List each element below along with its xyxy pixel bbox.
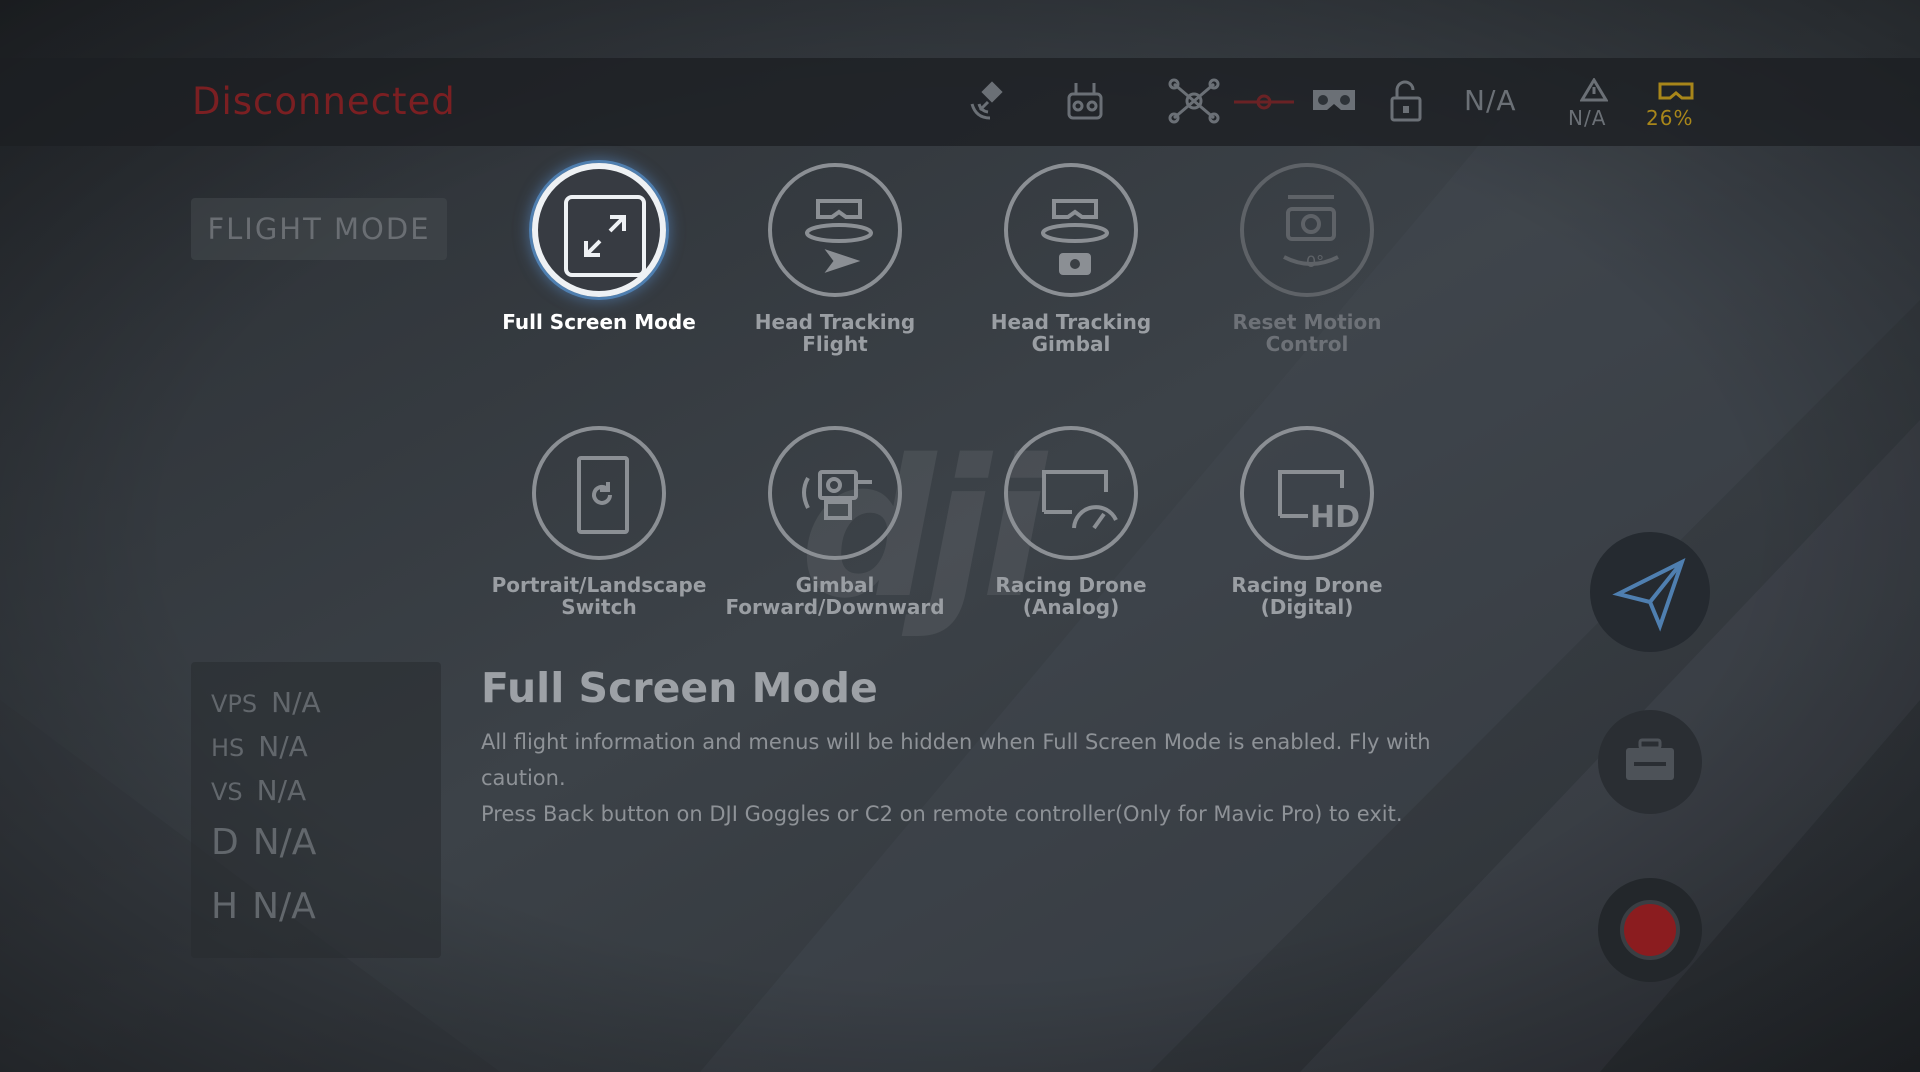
flight-mode-button[interactable] xyxy=(1590,532,1710,652)
link-icon xyxy=(1232,92,1296,112)
description-title: Full Screen Mode xyxy=(481,664,878,712)
signal-value: N/A xyxy=(1464,84,1517,117)
vs-label: VS xyxy=(211,778,243,806)
record-icon xyxy=(1620,900,1680,960)
mode-label: Head Tracking Gimbal xyxy=(990,310,1152,356)
mode-head-tracking-flight[interactable]: Head Tracking Flight xyxy=(717,163,953,355)
distance-row: D N/A xyxy=(211,822,316,863)
description-line-1: All flight information and menus will be… xyxy=(481,730,1431,790)
goggles-battery-icon xyxy=(1658,80,1694,104)
goggles-icon xyxy=(1310,84,1358,118)
mode-full-screen[interactable]: Full Screen Mode xyxy=(481,163,717,333)
connection-status: Disconnected xyxy=(192,80,456,123)
mode-racing-drone-analog[interactable]: Racing Drone (Analog) xyxy=(953,426,1189,618)
gimbal-direction-icon xyxy=(768,426,902,560)
mode-racing-drone-digital[interactable]: HD Racing Drone (Digital) xyxy=(1189,426,1425,618)
mode-head-tracking-gimbal[interactable]: Head Tracking Gimbal xyxy=(953,163,1189,355)
description-line-2: Press Back button on DJI Goggles or C2 o… xyxy=(481,802,1403,826)
height-row: H N/A xyxy=(211,886,316,927)
mode-gimbal-forward-downward[interactable]: Gimbal Forward/Downward xyxy=(717,426,953,618)
rotate-screen-icon xyxy=(532,426,666,560)
mode-label: Head Tracking Flight xyxy=(754,310,916,356)
toolbox-icon xyxy=(1626,738,1674,780)
reset-angle: 0° xyxy=(1306,252,1324,271)
altitude-warning-value: N/A xyxy=(1568,106,1607,130)
racing-analog-icon xyxy=(1004,426,1138,560)
distance-value: N/A xyxy=(252,822,317,863)
vs-row: VS N/A xyxy=(211,774,306,807)
mode-label: Racing Drone (Digital) xyxy=(1231,573,1383,619)
vs-value: N/A xyxy=(256,774,307,807)
gps-icon xyxy=(966,80,1010,122)
fullscreen-icon xyxy=(532,163,666,297)
mode-label: Portrait/Landscape Switch xyxy=(491,573,707,619)
mode-reset-motion-control[interactable]: 0° Reset Motion Control xyxy=(1189,163,1425,355)
flight-mode-icon xyxy=(1612,558,1686,632)
height-label: H xyxy=(211,886,239,927)
reset-motion-icon: 0° xyxy=(1240,163,1374,297)
goggles-battery-value: 26% xyxy=(1646,106,1694,130)
vps-label: VPS xyxy=(211,690,258,718)
head-tracking-flight-icon xyxy=(768,163,902,297)
record-button[interactable] xyxy=(1598,878,1702,982)
telemetry-panel: VPS N/A HS N/A VS N/A D N/A H N/A xyxy=(191,662,441,958)
head-tracking-gimbal-icon xyxy=(1004,163,1138,297)
description-body: All flight information and menus will be… xyxy=(481,724,1441,832)
altitude-warning-icon xyxy=(1580,78,1608,102)
mode-label: Full Screen Mode xyxy=(502,310,696,334)
mode-label: Reset Motion Control xyxy=(1232,310,1382,356)
vps-value: N/A xyxy=(271,686,321,719)
height-value: N/A xyxy=(252,886,316,927)
hs-row: HS N/A xyxy=(211,730,308,763)
aircraft-icon xyxy=(1168,78,1220,124)
hd-badge: HD xyxy=(1310,500,1360,535)
remote-controller-icon xyxy=(1066,80,1104,122)
distance-label: D xyxy=(211,822,239,863)
flight-mode-label: FLIGHT MODE xyxy=(191,198,447,260)
unlock-icon xyxy=(1388,80,1424,122)
hs-label: HS xyxy=(211,734,245,762)
hs-value: N/A xyxy=(258,730,308,763)
mode-label: Racing Drone (Analog) xyxy=(995,573,1147,619)
mode-portrait-landscape[interactable]: Portrait/Landscape Switch xyxy=(481,426,717,618)
vps-row: VPS N/A xyxy=(211,686,321,719)
toolbox-button[interactable] xyxy=(1598,710,1702,814)
mode-label: Gimbal Forward/Downward xyxy=(725,573,945,619)
racing-digital-icon: HD xyxy=(1240,426,1374,560)
